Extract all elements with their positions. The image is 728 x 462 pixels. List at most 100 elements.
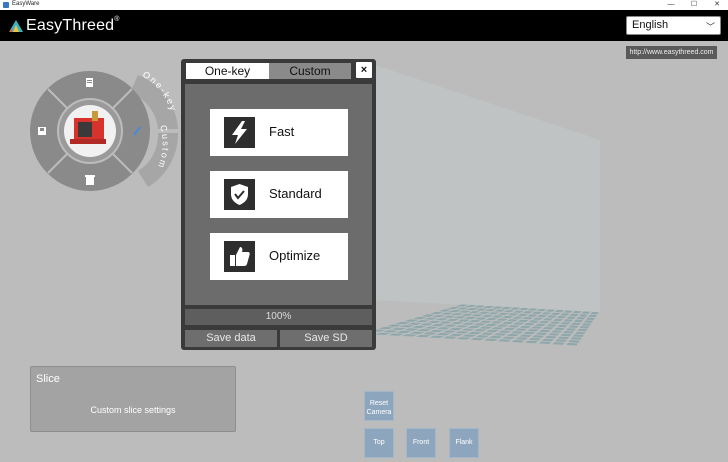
bed-tile	[480, 332, 494, 335]
bed-tile	[525, 340, 538, 344]
app-header: EasyThreed® English ﹀	[0, 10, 728, 41]
bed-tile	[508, 325, 520, 328]
reset-camera-button[interactable]: Reset Camera	[364, 391, 394, 421]
bed-tile	[468, 311, 481, 314]
save-sd-button[interactable]: Save SD	[280, 330, 372, 347]
bed-tile	[531, 311, 543, 314]
bed-tile	[556, 316, 567, 319]
bed-tile	[486, 329, 499, 333]
bed-tile	[519, 334, 532, 337]
bed-tile	[548, 333, 560, 336]
bed-tile	[399, 325, 415, 328]
bed-tile	[570, 337, 582, 340]
bed-tile	[532, 335, 544, 338]
bed-tile	[522, 317, 534, 320]
bed-tile	[503, 327, 516, 331]
reset-camera-line1: Reset	[369, 400, 389, 407]
bed-tile	[461, 328, 475, 331]
flank-view-button[interactable]: Flank	[449, 428, 479, 458]
save-data-button[interactable]: Save data	[185, 330, 277, 347]
close-panel-button[interactable]: ×	[356, 62, 372, 78]
bed-tile	[537, 314, 548, 318]
bed-tile	[579, 326, 590, 329]
bed-tile	[432, 315, 446, 318]
bed-tile	[491, 306, 504, 309]
bed-tile	[571, 322, 581, 326]
top-view-button[interactable]: Top	[364, 428, 394, 458]
bed-tile	[579, 314, 588, 317]
bed-tile	[552, 342, 565, 345]
bed-tile	[450, 313, 464, 316]
bed-tile	[528, 338, 541, 341]
bed-tile	[542, 318, 554, 321]
bed-tile	[442, 330, 457, 333]
bed-tile	[450, 322, 464, 325]
shield-check-icon	[224, 179, 255, 210]
bed-tile	[427, 320, 442, 323]
bed-tile	[560, 313, 570, 316]
bed-tile	[532, 317, 544, 320]
bed-tile	[515, 337, 528, 340]
bed-tile	[456, 307, 470, 310]
bed-tile	[565, 328, 576, 331]
bed-tile	[568, 325, 579, 328]
bed-tile	[422, 332, 438, 335]
bed-tile	[443, 324, 457, 327]
optimize-mode-button[interactable]: Optimize	[210, 233, 348, 280]
bed-tile	[560, 333, 572, 337]
tab-onekey[interactable]: One-key	[186, 63, 269, 79]
bed-tile	[542, 327, 554, 330]
lightning-icon	[224, 117, 255, 148]
fast-label: Fast	[269, 124, 295, 139]
bed-tile	[473, 329, 487, 332]
bed-tile	[485, 318, 498, 321]
bed-tile	[555, 339, 567, 342]
bed-tile	[429, 311, 444, 315]
bed-tile	[474, 317, 488, 320]
bed-tile	[568, 340, 580, 343]
bed-tile	[523, 331, 536, 335]
bed-tile	[453, 316, 467, 319]
bed-tile	[528, 320, 540, 323]
standard-mode-button[interactable]: Standard	[210, 171, 348, 218]
tab-custom[interactable]: Custom	[269, 63, 351, 79]
bed-tile	[501, 315, 514, 319]
maximize-button[interactable]: ☐	[683, 0, 705, 10]
bed-tile	[468, 331, 482, 335]
bed-tile	[448, 327, 463, 331]
bed-tile	[527, 314, 538, 317]
bed-tile	[412, 316, 427, 320]
trash-icon[interactable]	[85, 175, 95, 185]
bed-tile	[491, 315, 504, 318]
bed-tile	[549, 321, 560, 324]
bed-tile	[456, 337, 471, 340]
bed-tile	[455, 331, 469, 334]
bed-tile	[496, 324, 509, 327]
bed-tile	[497, 339, 511, 342]
logo-icon	[9, 20, 23, 32]
bed-tile	[484, 309, 497, 312]
fast-mode-button[interactable]: Fast	[210, 109, 348, 156]
bed-tile	[542, 338, 554, 342]
minimize-button[interactable]: —	[660, 0, 682, 10]
language-select[interactable]: English ﹀	[626, 16, 721, 35]
document-icon[interactable]	[86, 78, 93, 87]
bed-tile	[511, 340, 525, 343]
bed-tile	[581, 311, 590, 314]
bed-tile	[581, 323, 592, 326]
print-bed-grid	[361, 304, 599, 346]
bed-tile	[449, 333, 464, 337]
save-icon[interactable]	[38, 127, 46, 135]
bed-tile	[541, 312, 552, 315]
brand-logo: EasyThreed®	[26, 16, 120, 35]
bed-tile	[443, 336, 458, 339]
front-view-button[interactable]: Front	[406, 428, 436, 458]
bed-tile	[416, 329, 432, 332]
bed-tile	[471, 314, 484, 317]
bed-tile	[566, 316, 576, 319]
slice-card[interactable]: Slice Custom slice settings	[30, 366, 236, 432]
bed-tile	[461, 322, 475, 325]
bed-tile	[553, 318, 564, 322]
bed-tile	[455, 325, 469, 328]
close-window-button[interactable]: ✕	[706, 0, 728, 10]
